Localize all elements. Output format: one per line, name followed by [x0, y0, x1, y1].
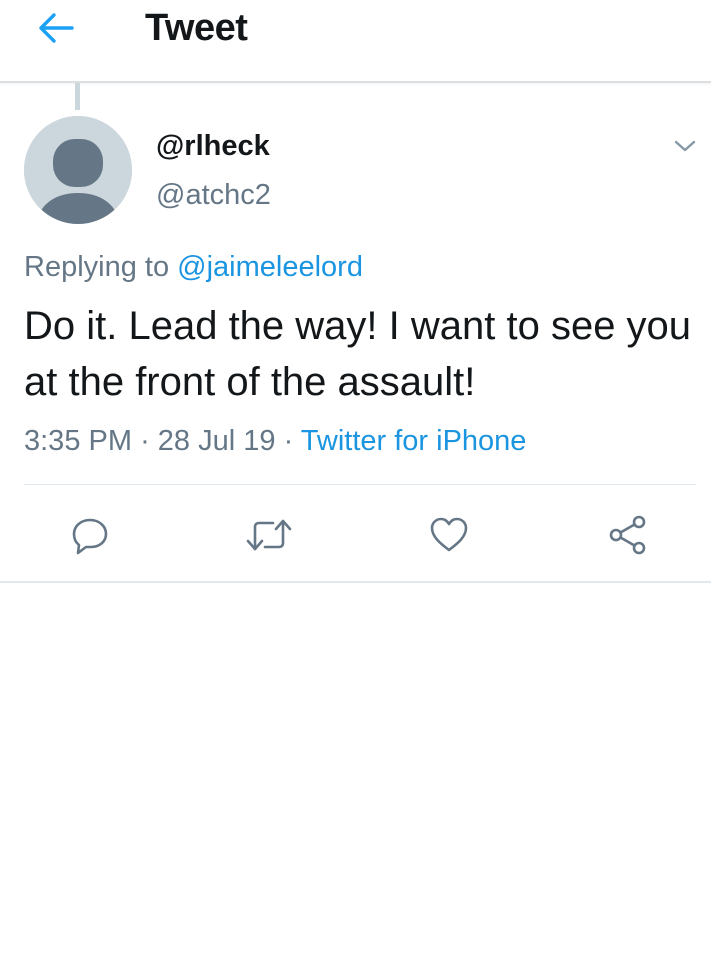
tweet-date: 28 Jul 19: [157, 425, 276, 457]
default-profile-silhouette-icon: [24, 116, 132, 224]
reply-button[interactable]: [65, 510, 115, 560]
tweet-detail-screen: Tweet @rlheck @atchc2 Replying to @jaime…: [0, 0, 711, 967]
avatar[interactable]: [24, 116, 132, 224]
retweet-icon: [246, 519, 292, 551]
page-title: Tweet: [145, 7, 248, 49]
tweet-time: 3:35 PM: [24, 425, 132, 457]
tweet-menu-button[interactable]: [668, 132, 702, 160]
chevron-down-icon: [674, 140, 696, 152]
meta-separator: ·: [283, 425, 294, 457]
author-display-name[interactable]: @rlheck: [156, 128, 270, 164]
share-icon: [609, 515, 646, 555]
tweet-body-text: Do it. Lead the way! I want to see you a…: [24, 304, 692, 404]
like-icon: [430, 517, 468, 552]
reply-icon: [72, 518, 108, 555]
retweet-button[interactable]: [244, 510, 294, 560]
tweet-source-link[interactable]: Twitter for iPhone: [301, 425, 527, 457]
top-app-bar: Tweet: [0, 0, 711, 83]
replying-to-line: Replying to @jaimeleelord: [24, 248, 363, 286]
like-button[interactable]: [424, 510, 474, 560]
tweet-metadata: 3:35 PM · 28 Jul 19 · Twitter for iPhone: [24, 423, 526, 459]
arrow-left-icon: [39, 13, 74, 43]
back-button[interactable]: [30, 6, 82, 50]
meta-separator: ·: [140, 425, 150, 457]
tweet-action-bar: [0, 500, 711, 570]
thread-connector-line: [75, 83, 80, 110]
divider: [0, 581, 711, 583]
author-handle[interactable]: @atchc2: [156, 177, 271, 213]
replying-to-label: Replying to: [24, 251, 170, 283]
share-button[interactable]: [603, 510, 653, 560]
divider: [24, 484, 696, 485]
replying-to-mention-link[interactable]: @jaimeleelord: [177, 251, 363, 283]
